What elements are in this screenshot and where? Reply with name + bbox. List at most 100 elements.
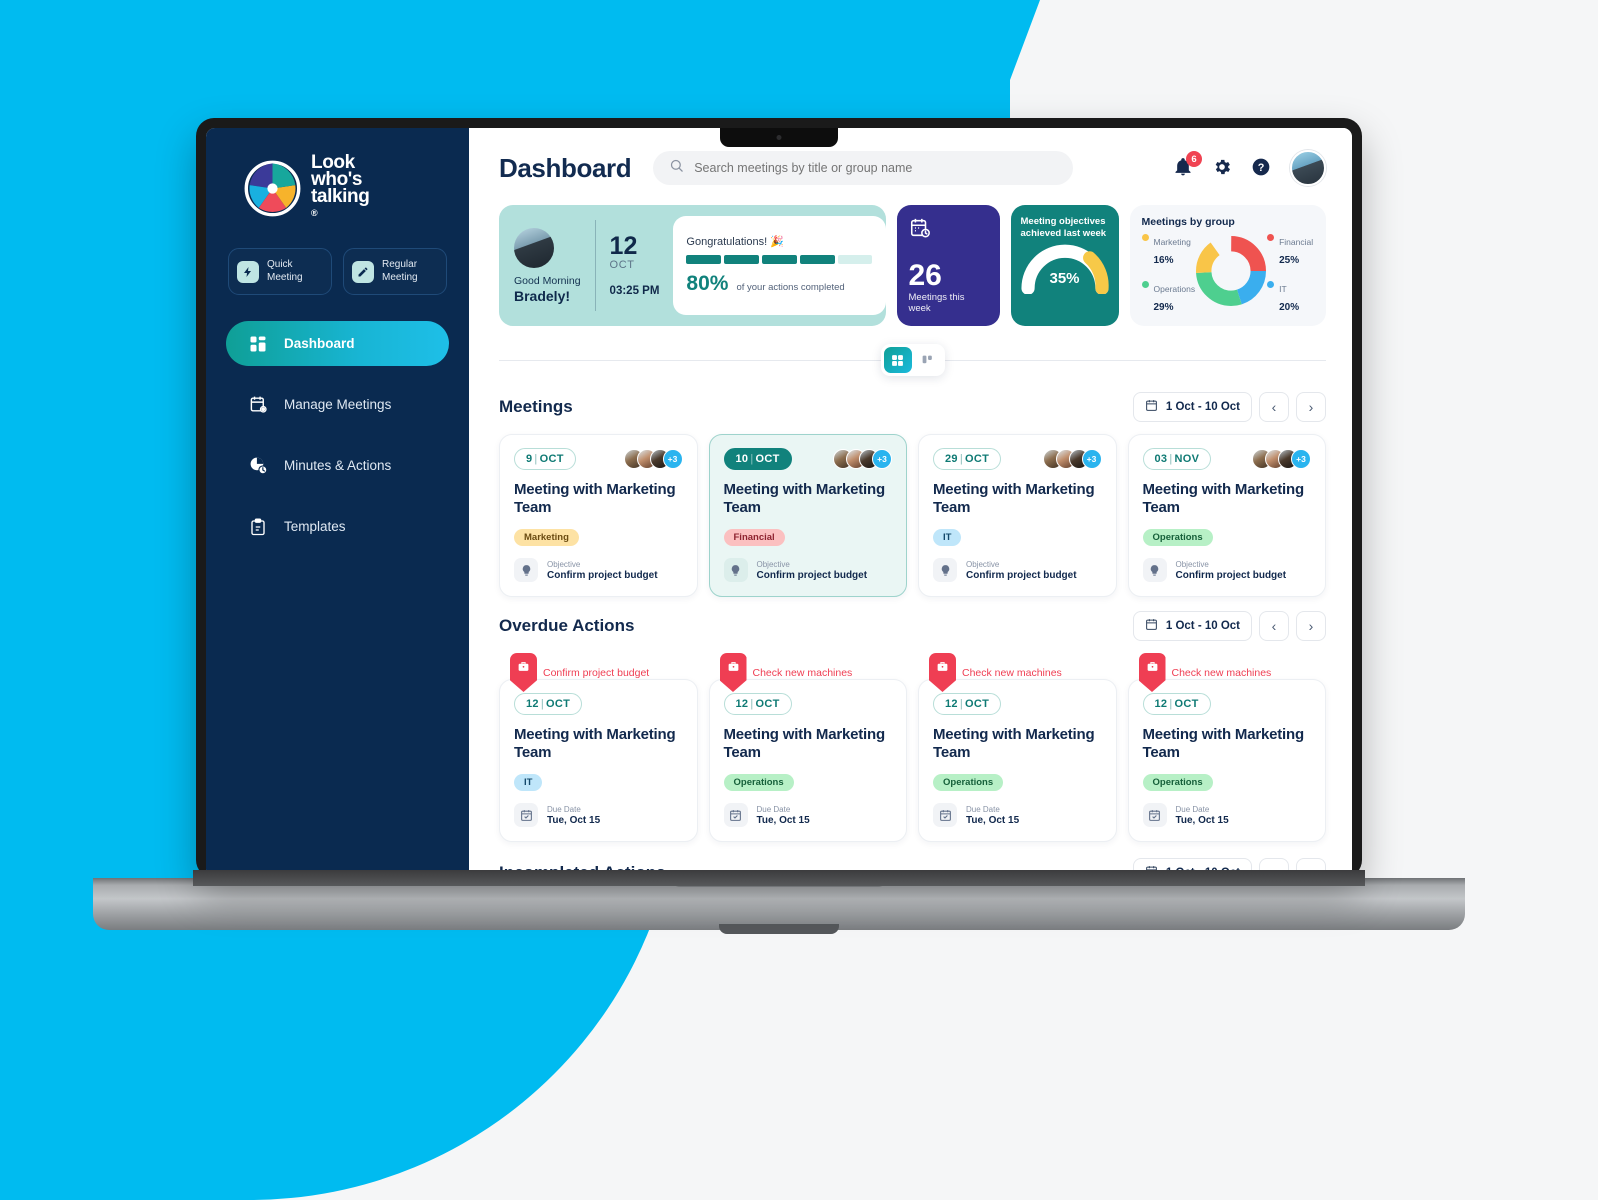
webcam-icon — [776, 135, 782, 140]
sidebar-item-templates[interactable]: Templates — [226, 504, 449, 549]
greeting-text: Good Morning — [514, 274, 581, 287]
next-button[interactable]: › — [1296, 611, 1326, 641]
meeting-objective: Objective Confirm project budget — [1142, 558, 1312, 582]
attendee-avatars[interactable]: +3 — [1252, 449, 1311, 469]
overdue-meeting-title: Meeting with Marketing Team — [514, 726, 676, 761]
regular-meeting-button[interactable]: Regular Meeting — [343, 248, 447, 295]
avatar-overflow-count: +3 — [1081, 449, 1102, 469]
meeting-card-top: 29 | OCT +3 — [933, 448, 1102, 470]
due-date-value: Tue, Oct 15 — [756, 814, 810, 826]
pie-clock-icon — [248, 456, 268, 476]
due-date-label: Due Date — [1175, 804, 1210, 814]
meeting-card-top: 03 | NOV +3 — [1142, 448, 1311, 470]
overdue-action-card[interactable]: 12 | OCT Meeting with Marketing Team Opera… — [1127, 679, 1326, 842]
meeting-card[interactable]: 9 | OCT +3 Meeting with Marketing Team Mar… — [499, 434, 698, 597]
section-title: Overdue Actions — [499, 616, 635, 635]
legend-dot-it — [1267, 281, 1275, 288]
lightbulb-icon — [514, 558, 538, 582]
view-toggle-row — [499, 342, 1326, 378]
overdue-action-card[interactable]: 12 | OCT Meeting with Marketing Team Opera… — [918, 679, 1117, 842]
congrats-title: Gongratulations! 🎉 — [686, 236, 784, 248]
meeting-card-top: 9 | OCT +3 — [514, 448, 683, 470]
sidebar-item-manage-meetings[interactable]: Manage Meetings — [226, 382, 449, 427]
congratulations-card: Gongratulations! 🎉 80% of your actions c… — [673, 216, 886, 315]
objective-value: Confirm project budget — [966, 569, 1077, 581]
legend-label: Financial — [1279, 237, 1314, 247]
overdue-ribbon: Confirm project budget — [510, 653, 649, 692]
logo-wheel-icon — [244, 160, 301, 217]
overdue-ribbon: Check new machines — [1138, 653, 1271, 692]
overdue-ribbon: Check new machines — [929, 653, 1062, 692]
kanban-view-button[interactable] — [914, 347, 942, 373]
legend-item: Financial 25% — [1267, 232, 1313, 268]
prev-button[interactable]: ‹ — [1259, 392, 1289, 422]
search-input[interactable] — [694, 161, 1058, 175]
view-toggle — [880, 344, 945, 376]
objective-label: Objective — [547, 559, 581, 569]
notifications-button[interactable]: 6 — [1173, 151, 1202, 179]
meeting-title: Meeting with Marketing Team — [514, 481, 676, 516]
attendee-avatars[interactable]: +3 — [623, 449, 683, 469]
calendar-clock-icon — [909, 217, 988, 244]
due-date-value: Tue, Oct 15 — [547, 814, 601, 826]
meeting-card[interactable]: 03 | NOV +3 Meeting with Marketing Team Op… — [1127, 434, 1326, 597]
meetings-section-header: Meetings 1 Oct - 10 Oct ‹ › — [499, 392, 1326, 422]
app-logo[interactable]: Look who's talking ® — [206, 153, 469, 222]
overdue-action-card[interactable]: 12 | OCT Meeting with Marketing Team IT Du… — [499, 679, 698, 842]
sidebar-item-minutes-actions[interactable]: Minutes & Actions — [226, 443, 449, 488]
actions-percent-label: of your actions completed — [736, 282, 845, 293]
sidebar: Look who's talking ® Quick Meeting Regul… — [206, 128, 469, 878]
greeting-date: 12 OCT 03:25 PM — [609, 232, 674, 298]
gauge-title: Meeting objectives achieved last week — [1020, 216, 1107, 239]
search-bar[interactable] — [653, 151, 1074, 185]
user-avatar[interactable] — [1290, 150, 1326, 186]
gauge-value: 35% — [1049, 270, 1080, 287]
legend-value: 20% — [1279, 302, 1300, 313]
meeting-card[interactable]: 29 | OCT +3 Meeting with Marketing Team IT — [918, 434, 1117, 597]
date-range-picker[interactable]: 1 Oct - 10 Oct — [1132, 611, 1252, 641]
meeting-card-top: 10 | OCT +3 — [723, 448, 892, 470]
objective-value: Confirm project budget — [547, 569, 658, 581]
legend-value: 29% — [1153, 302, 1174, 313]
overdue-card-top: 12 | OCT — [1142, 693, 1312, 715]
attendee-avatars[interactable]: +3 — [1042, 449, 1102, 469]
date-range-picker[interactable]: 1 Oct - 10 Oct — [1132, 392, 1252, 422]
overdue-cards-row: Confirm project budget 12 | OCT Meeting wi… — [499, 653, 1326, 842]
sidebar-item-label: Dashboard — [284, 336, 355, 351]
help-button[interactable]: ? — [1251, 157, 1273, 179]
meeting-date-chip: 29 | OCT — [933, 448, 1002, 470]
donut-chart-body: Marketing 16% Operations 29% Financial 2… — [1141, 232, 1315, 315]
overdue-action-card[interactable]: 12 | OCT Meeting with Marketing Team Opera… — [708, 679, 907, 842]
prev-button[interactable]: ‹ — [1259, 611, 1289, 641]
overdue-date-chip: 12 | OCT — [514, 693, 583, 715]
overdue-card-top: 12 | OCT — [933, 693, 1102, 715]
legend-item: Operations 29% — [1141, 279, 1195, 315]
greeting-user: Good Morning Bradely! — [514, 227, 595, 304]
overdue-meeting-title: Meeting with Marketing Team — [1142, 726, 1305, 761]
attendee-avatars[interactable]: +3 — [833, 449, 892, 469]
calendar-icon — [1145, 618, 1158, 634]
calendar-check-icon — [723, 803, 748, 827]
quick-meeting-button[interactable]: Quick Meeting — [228, 248, 332, 295]
grid-icon — [248, 334, 268, 354]
meeting-title: Meeting with Marketing Team — [723, 481, 886, 516]
sidebar-item-dashboard[interactable]: Dashboard — [226, 321, 449, 366]
meeting-card[interactable]: 10 | OCT +3 Meeting with Marketing Team Fi… — [708, 434, 907, 597]
laptop-screen: Look who's talking ® Quick Meeting Regul… — [206, 128, 1352, 878]
overdue-action-card-wrap: Check new machines 12 | OCT Meeting with M… — [918, 653, 1117, 842]
meetings-by-group-card: Meetings by group Marketing 16% Operatio… — [1129, 205, 1326, 326]
lightbulb-icon — [933, 558, 957, 582]
meeting-tag: Financial — [723, 529, 785, 546]
overdue-meeting-title: Meeting with Marketing Team — [723, 726, 886, 761]
grid-view-button[interactable] — [883, 347, 912, 373]
date-day: 12 — [609, 232, 638, 260]
date-month: OCT — [609, 259, 635, 271]
overdue-action-name: Check new machines — [752, 666, 853, 679]
objective-value: Confirm project budget — [756, 569, 868, 581]
actions-progress-bar — [686, 255, 873, 264]
next-button[interactable]: › — [1296, 392, 1326, 422]
greeting-avatar — [514, 227, 554, 268]
notification-badge: 6 — [1186, 151, 1202, 167]
settings-button[interactable] — [1212, 157, 1234, 179]
meeting-objective: Objective Confirm project budget — [514, 558, 683, 582]
